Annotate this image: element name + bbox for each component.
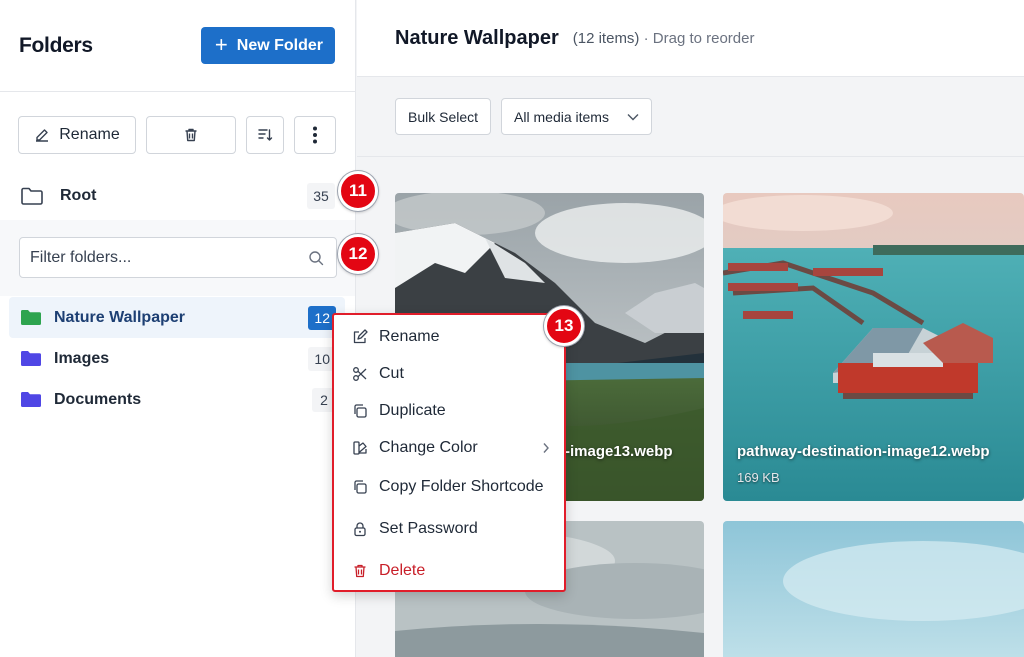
root-label: Root (60, 187, 97, 204)
trash-icon (352, 563, 368, 579)
folder-icon (21, 351, 41, 366)
menu-item-label: Copy Folder Shortcode (379, 478, 544, 495)
menu-item-rename[interactable]: Rename (334, 318, 564, 355)
root-count-badge: 35 (307, 183, 335, 209)
menu-item-label: Change Color (379, 438, 478, 456)
folder-icon (21, 392, 41, 407)
menu-item-label: Cut (379, 364, 404, 382)
callout-marker-11: 11 (338, 171, 378, 211)
pencil-icon (36, 129, 49, 142)
menu-item-delete[interactable]: Delete (334, 550, 564, 592)
folders-sidebar: Folders + New Folder Rename Root 35 Filt… (0, 0, 356, 657)
more-options-button[interactable] (294, 116, 336, 154)
folder-label: Images (54, 349, 110, 367)
reorder-hint: · Drag to reorder (643, 29, 755, 47)
item-meta: (12 items) · Drag to reorder (573, 30, 755, 47)
menu-item-copy-shortcode[interactable]: Copy Folder Shortcode (334, 466, 564, 508)
folder-item-documents[interactable]: Documents 2 (9, 379, 345, 420)
plus-icon: + (214, 31, 228, 57)
item-count: (12 items) (572, 29, 640, 47)
folder-toolbar: Rename (18, 116, 336, 154)
main-header: Nature Wallpaper (12 items) · Drag to re… (357, 0, 1024, 77)
rename-label: Rename (59, 126, 120, 143)
media-filterbar: Bulk Select All media items (357, 77, 1024, 157)
media-filename: -image13.webp (565, 443, 673, 460)
folder-list: Nature Wallpaper 12 Images 10 Documents … (9, 297, 345, 420)
palette-icon (352, 440, 368, 456)
trash-icon (185, 128, 197, 142)
chevron-down-icon (627, 113, 639, 120)
chevron-right-icon (543, 442, 549, 453)
media-filename: pathway-destination-image12.webp (737, 443, 990, 460)
media-filesize: 169 KB (737, 470, 780, 485)
folder-item-images[interactable]: Images 10 (9, 338, 345, 379)
new-folder-label: New Folder (236, 36, 323, 54)
menu-item-label: Set Password (379, 520, 478, 537)
sort-icon (258, 129, 273, 141)
lock-icon (352, 521, 368, 537)
sort-button[interactable] (246, 116, 284, 154)
media-card[interactable] (723, 521, 1024, 657)
new-folder-button[interactable]: + New Folder (200, 27, 335, 64)
folder-label: Documents (54, 390, 142, 408)
kebab-menu-icon (313, 126, 317, 144)
menu-item-cut[interactable]: Cut (334, 355, 564, 392)
folder-context-menu: Rename Cut Duplicate Change Color Copy F… (332, 313, 566, 592)
media-type-value: All media items (514, 108, 609, 125)
delete-button[interactable] (146, 116, 236, 154)
folder-icon (21, 310, 41, 325)
filter-folders-field[interactable] (19, 237, 337, 278)
sky-image (723, 521, 1024, 657)
search-icon (309, 250, 324, 265)
callout-marker-12: 12 (338, 234, 378, 274)
bulk-select-button[interactable]: Bulk Select (395, 98, 492, 135)
root-folder[interactable]: Root 35 (0, 174, 355, 218)
rename-button[interactable]: Rename (18, 116, 136, 154)
page-title: Nature Wallpaper (395, 26, 559, 49)
menu-item-duplicate[interactable]: Duplicate (334, 392, 564, 429)
folder-label: Nature Wallpaper (54, 308, 185, 326)
callout-marker-13: 13 (544, 306, 584, 346)
menu-item-set-password[interactable]: Set Password (334, 508, 564, 550)
sidebar-title: Folders (19, 33, 93, 57)
pencil-icon (352, 328, 368, 345)
filter-folders-input[interactable] (30, 248, 308, 267)
media-type-select[interactable]: All media items (501, 98, 653, 135)
media-card[interactable]: pathway-destination-image12.webp 169 KB (723, 193, 1024, 501)
sidebar-header: Folders + New Folder (0, 0, 355, 92)
menu-item-label: Rename (379, 327, 440, 345)
scissors-icon (352, 366, 368, 382)
folder-item-nature-wallpaper[interactable]: Nature Wallpaper 12 (9, 297, 345, 338)
copy-icon (352, 403, 368, 419)
copy-icon (352, 479, 368, 495)
menu-item-label: Duplicate (379, 401, 446, 419)
menu-item-change-color[interactable]: Change Color (334, 429, 564, 466)
folder-outline-icon (21, 187, 43, 205)
menu-item-label: Delete (379, 562, 426, 579)
